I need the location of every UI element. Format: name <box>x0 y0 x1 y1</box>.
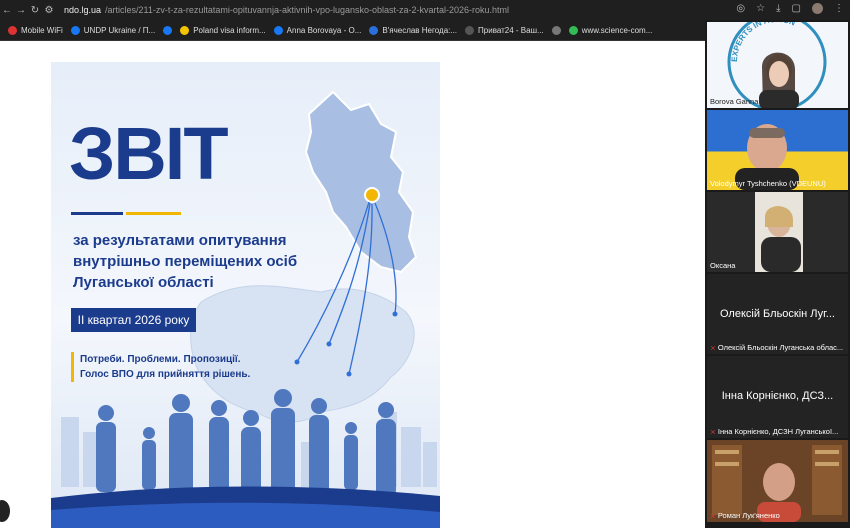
bookmark-item[interactable] <box>163 25 173 35</box>
bookmark-favicon-icon <box>180 25 190 35</box>
participant-tile-2[interactable]: Volodymyr Tyshchenko (VDEUNU) <box>707 110 848 190</box>
eye-off-icon[interactable]: ◎ <box>736 3 745 14</box>
bookmark-label: www.science-com... <box>581 25 653 35</box>
mic-muted-icon: ⨯ <box>710 345 716 352</box>
address-bar[interactable]: ndo.lg.ua/articles/211-zv-t-za-rezultata… <box>64 5 714 15</box>
page-content: ЗВІТ за результатами опитування внутрішн… <box>0 41 705 528</box>
origin-marker <box>364 187 380 203</box>
bookmark-favicon-icon <box>568 25 578 35</box>
participants-panel: EXPERTS IN ACTION Borova Ganna Volodymyr… <box>705 20 850 528</box>
participant-name: Роман Лук'яненко <box>717 511 780 520</box>
reload-icon[interactable]: ↻ <box>28 5 42 16</box>
participant-name: Оксана <box>710 261 736 270</box>
participant-video-2 <box>735 124 799 190</box>
report-title: ЗВІТ <box>69 112 229 195</box>
bookmark-item[interactable]: Mobile WiFi <box>8 25 63 35</box>
bookmark-item[interactable]: UNDP Ukraine / П... <box>70 25 156 35</box>
report-subtitle: за результатами опитування внутрішньо пе… <box>73 232 298 291</box>
bookmark-item[interactable]: Anna Borovaya - О... <box>273 25 362 35</box>
participant-name: Інна Корнієнко, ДСЗН Луганської... <box>717 427 839 436</box>
bookmark-label: UNDP Ukraine / П... <box>83 25 156 35</box>
bookmark-label: Mobile WiFi <box>21 25 63 35</box>
participant-tile-4[interactable]: Олексій Бльоскін Луг... ⨯ Олексій Бльоскі… <box>707 274 848 354</box>
participant-tile-3[interactable]: Оксана <box>707 192 848 272</box>
bookmark-favicon-icon <box>551 25 561 35</box>
participant-name-row: ⨯ Роман Лук'яненко <box>710 511 780 520</box>
back-icon[interactable]: ← <box>0 5 14 16</box>
bookmark-item[interactable]: Poland visa inform... <box>180 25 266 35</box>
bookmark-item[interactable] <box>551 25 561 35</box>
bookmark-item[interactable]: Приват24 - Ваш... <box>465 25 544 35</box>
tagline: Потреби. Проблеми. Пропозиції. Голос ВПО… <box>71 352 250 382</box>
participant-name: Borova Ganna <box>710 97 759 106</box>
bookmark-item[interactable]: В'ячеслав Негода:... <box>369 25 458 35</box>
extensions-icon[interactable]: ▢ <box>792 3 801 14</box>
stripe-blue <box>71 212 123 215</box>
url-host: ndo.lg.ua <box>64 5 102 15</box>
participant-tile-1[interactable]: EXPERTS IN ACTION Borova Ganna <box>707 22 848 108</box>
participant-display-name: Олексій Бльоскін Луг... <box>720 308 835 320</box>
bookmark-favicon-icon <box>369 25 379 35</box>
tagline-line-2: Голос ВПО для прийняття рішень. <box>80 369 251 380</box>
participant-tile-6[interactable]: ⨯ Роман Лук'яненко <box>707 440 848 522</box>
participant-video-6 <box>707 440 848 522</box>
tagline-line-1: Потреби. Проблеми. Пропозиції. <box>80 354 241 365</box>
bookmark-favicon-icon <box>8 25 17 35</box>
participant-name-row: ⨯ Інна Корнієнко, ДСЗН Луганської... <box>710 427 838 436</box>
participant-tile-5[interactable]: Інна Корнієнко, ДСЗ... ⨯ Інна Корнієнко, … <box>707 356 848 438</box>
bookmark-favicon-icon <box>70 25 80 35</box>
download-icon[interactable]: ⤓ <box>776 3 780 14</box>
bookmark-favicon-icon <box>163 25 173 35</box>
browser-toolbar: ← → ↻ ⚙ ndo.lg.ua/articles/211-zv-t-za-r… <box>0 0 850 20</box>
participant-name-row: ⨯ Олексій Бльоскін Луганська облас... <box>710 343 843 352</box>
stripe-yellow <box>126 212 181 215</box>
bookmark-label: Приват24 - Ваш... <box>478 25 544 35</box>
participant-display-name: Інна Корнієнко, ДСЗ... <box>721 390 834 402</box>
star-icon[interactable]: ☆ <box>756 3 765 14</box>
mic-muted-icon: ⨯ <box>710 429 716 436</box>
bookmark-favicon-icon <box>465 25 475 35</box>
mic-muted-icon: ⨯ <box>710 513 716 520</box>
quarter-badge: ІІ квартал 2026 року <box>71 308 196 332</box>
participant-name: Олексій Бльоскін Луганська облас... <box>717 343 844 352</box>
participant-name: Volodymyr Tyshchenko (VDEUNU) <box>710 179 826 188</box>
report-poster: ЗВІТ за результатами опитування внутрішн… <box>51 62 440 528</box>
forward-icon[interactable]: → <box>14 5 28 16</box>
url-path: /articles/211-zv-t-za-rezultatami-opituv… <box>105 5 510 15</box>
menu-icon[interactable]: ⋮ <box>834 3 844 14</box>
participant-video-3 <box>755 192 803 272</box>
bookmark-label: Poland visa inform... <box>193 25 266 35</box>
bookmark-label: В'ячеслав Негода:... <box>382 25 458 35</box>
bookmark-favicon-icon <box>273 25 283 35</box>
bookmark-label: Anna Borovaya - О... <box>286 25 362 35</box>
bookmark-item[interactable]: www.science-com... <box>568 25 653 35</box>
experts-logo: EXPERTS IN ACTION <box>727 22 827 108</box>
site-info-icon[interactable]: ⚙ <box>42 5 56 16</box>
profile-avatar[interactable] <box>812 3 823 14</box>
people-silhouettes <box>51 389 440 528</box>
